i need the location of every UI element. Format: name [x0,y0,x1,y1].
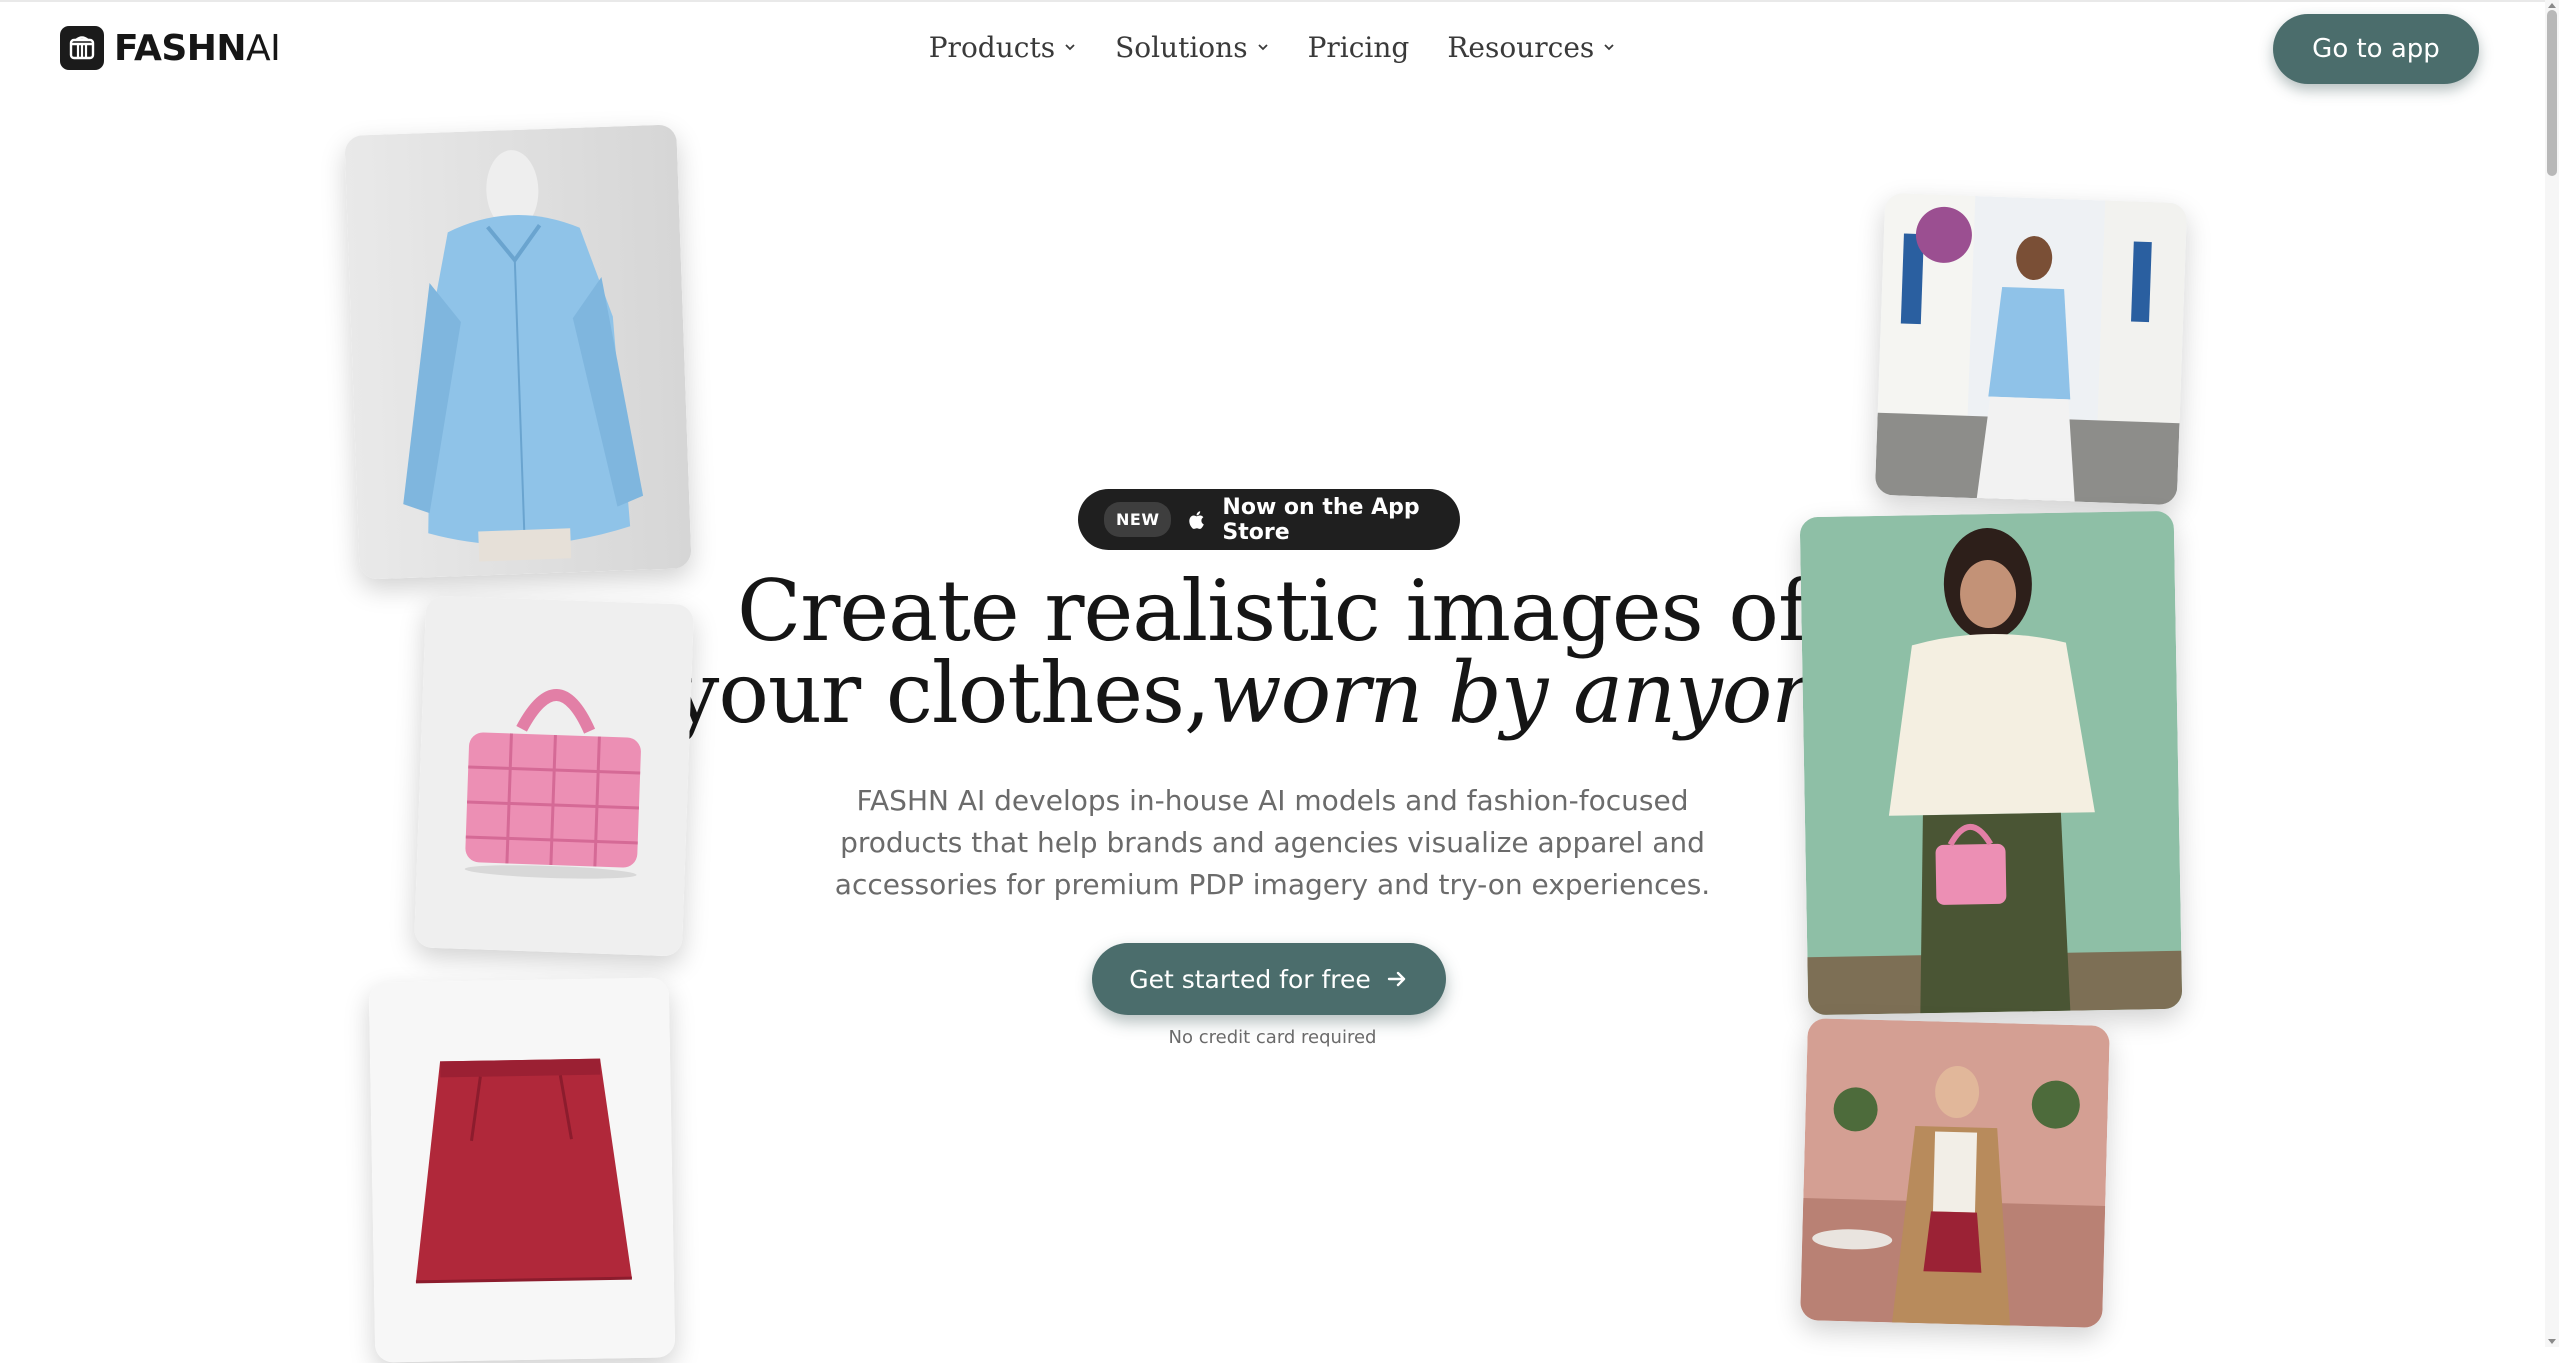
model-cream-blouse-pink-bag-photo [1799,510,2183,1016]
get-started-button[interactable]: Get started for free [1092,943,1446,1015]
headline-regular-part: your clothes, [671,644,1211,742]
arrow-right-icon [1387,971,1405,987]
model-camel-coat-red-skirt-photo [1800,1018,2110,1328]
new-tag: NEW [1104,502,1172,537]
nav-solutions[interactable]: Solutions [1115,22,1270,72]
red-leather-skirt-product-photo [368,977,676,1363]
scroll-up-icon[interactable] [2546,0,2558,10]
pink-woven-handbag-product-photo [413,595,695,957]
go-to-app-button[interactable]: Go to app [2273,14,2479,84]
chevron-down-icon [1604,44,1614,51]
blue-satin-shirt-product-photo [344,124,692,580]
nav-products-label: Products [928,30,1056,64]
badge-text: Now on the App Store [1222,494,1420,545]
nav-solutions-label: Solutions [1115,30,1248,64]
chevron-down-icon [1065,44,1075,51]
scrollbar[interactable] [2545,0,2559,1347]
nav-resources-label: Resources [1447,30,1595,64]
headline-italic-part: worn by anyone [1209,644,1874,742]
app-store-badge[interactable]: NEW Now on the App Store [1078,489,1460,550]
nav-pricing-label: Pricing [1307,30,1410,64]
main-nav: Products Solutions Pricing Resources [0,22,2545,72]
nav-resources[interactable]: Resources [1447,22,1616,72]
chevron-down-icon [1257,44,1268,51]
scroll-down-icon[interactable] [2546,1337,2558,1347]
model-blue-shirt-street-photo [1874,192,2188,506]
nav-pricing[interactable]: Pricing [1308,22,1410,72]
scrollbar-thumb[interactable] [2547,10,2557,176]
top-border [0,0,2545,2]
nav-products[interactable]: Products [929,22,1077,72]
apple-icon [1189,510,1205,529]
get-started-label: Get started for free [1129,964,1371,994]
